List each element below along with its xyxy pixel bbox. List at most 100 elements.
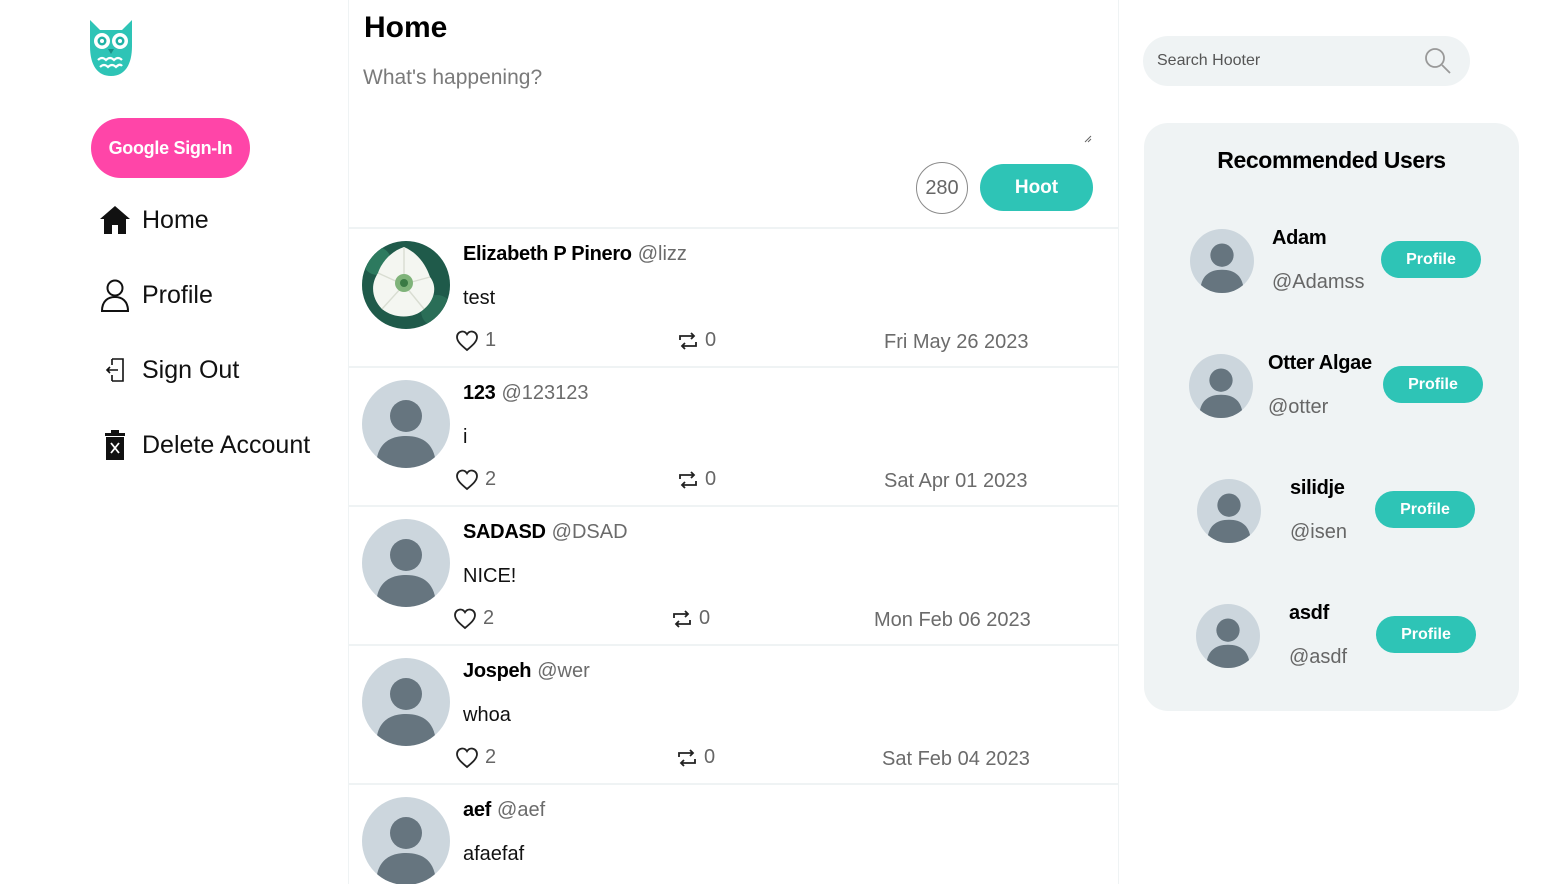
like-count: 1 xyxy=(485,329,497,351)
post-item[interactable]: 123 @123123 i 2 0 Sat Apr 01 2023 xyxy=(349,366,1118,505)
rehoot-button[interactable]: 0 xyxy=(677,468,716,491)
search-icon[interactable] xyxy=(1423,46,1453,76)
post-author-handle[interactable]: @lizz xyxy=(638,243,687,266)
post-author-handle[interactable]: @DSAD xyxy=(552,521,628,544)
post-date: Sat Apr 01 2023 xyxy=(884,470,1028,492)
post-item[interactable]: aef @aef afaefaf xyxy=(349,783,1118,884)
search-input[interactable] xyxy=(1157,36,1417,86)
recommended-user-item: silidje @isen Profile xyxy=(1144,473,1519,573)
hoot-button[interactable]: Hoot xyxy=(980,164,1093,211)
recommended-users-panel: Recommended Users Adam @Adamss Profile O… xyxy=(1144,123,1519,711)
google-signin-button[interactable]: Google Sign-In xyxy=(91,118,250,178)
avatar[interactable] xyxy=(1190,229,1254,293)
view-profile-button[interactable]: Profile xyxy=(1375,491,1475,528)
recommended-user-handle[interactable]: @otter xyxy=(1268,396,1328,419)
view-profile-button[interactable]: Profile xyxy=(1383,366,1483,403)
post-item[interactable]: Elizabeth P Pinero @lizz test 1 0 Fri Ma… xyxy=(349,227,1118,366)
sign-out-icon xyxy=(98,353,132,387)
nav-item-delete-account[interactable]: Delete Account xyxy=(98,425,310,465)
resize-grip-icon[interactable] xyxy=(1082,133,1092,143)
post-author: aef @aef xyxy=(463,799,545,822)
post-author-name[interactable]: 123 xyxy=(463,382,496,405)
post-author-name[interactable]: SADASD xyxy=(463,521,546,544)
page-title: Home xyxy=(364,11,448,44)
recommended-user-handle[interactable]: @asdf xyxy=(1289,646,1347,669)
avatar[interactable] xyxy=(1197,479,1261,543)
rehoot-count: 0 xyxy=(704,746,716,768)
post-body: i xyxy=(463,426,468,448)
recommended-users-title: Recommended Users xyxy=(1217,147,1446,173)
like-button[interactable]: 2 xyxy=(453,607,494,630)
recommended-user-name[interactable]: silidje xyxy=(1290,477,1345,500)
default-avatar-icon xyxy=(1206,618,1250,668)
recommended-user-handle[interactable]: @Adamss xyxy=(1272,271,1365,294)
recommended-user-name[interactable]: Adam xyxy=(1272,227,1327,250)
owl-logo-icon[interactable] xyxy=(84,16,138,80)
post-body: test xyxy=(463,287,496,309)
main-feed: Home 280 Hoot Eliza xyxy=(348,0,1119,884)
repost-icon xyxy=(679,470,697,489)
post-date: Fri May 26 2023 xyxy=(884,331,1029,353)
compose-hoot-input[interactable] xyxy=(363,66,1093,146)
recommended-user-name[interactable]: asdf xyxy=(1289,602,1329,625)
heart-icon xyxy=(454,608,476,629)
post-author-name[interactable]: Jospeh xyxy=(463,660,532,683)
heart-icon xyxy=(456,747,478,768)
rehoot-button[interactable]: 0 xyxy=(671,607,710,630)
like-count: 2 xyxy=(485,468,497,490)
rehoot-button[interactable]: 0 xyxy=(677,329,716,352)
post-author-handle[interactable]: @aef xyxy=(497,799,545,822)
post-list: Elizabeth P Pinero @lizz test 1 0 Fri Ma… xyxy=(349,227,1118,884)
default-avatar-icon xyxy=(376,678,436,746)
post-author: Jospeh @wer xyxy=(463,660,590,683)
avatar[interactable] xyxy=(362,797,450,884)
trash-icon xyxy=(98,428,132,462)
view-profile-button[interactable]: Profile xyxy=(1376,616,1476,653)
post-author-name[interactable]: Elizabeth P Pinero xyxy=(463,243,632,266)
avatar[interactable] xyxy=(1189,354,1253,418)
post-date: Sat Feb 04 2023 xyxy=(882,748,1030,770)
nav-item-sign-out[interactable]: Sign Out xyxy=(98,350,239,390)
like-button[interactable]: 2 xyxy=(455,746,496,769)
default-avatar-icon xyxy=(1199,368,1243,418)
recommended-user-handle[interactable]: @isen xyxy=(1290,521,1347,544)
like-count: 2 xyxy=(483,607,495,629)
rehoot-count: 0 xyxy=(705,329,717,351)
default-avatar-icon xyxy=(376,539,436,607)
avatar[interactable] xyxy=(1196,604,1260,668)
flower-photo-icon xyxy=(362,241,450,329)
post-body: afaefaf xyxy=(463,843,525,865)
user-icon xyxy=(98,278,132,312)
avatar[interactable] xyxy=(362,658,450,746)
nav-item-home[interactable]: Home xyxy=(98,200,209,240)
post-author: Elizabeth P Pinero @lizz xyxy=(463,243,687,266)
rehoot-button[interactable]: 0 xyxy=(676,746,715,769)
recommended-user-name[interactable]: Otter Algae xyxy=(1268,352,1372,375)
post-body: whoa xyxy=(463,704,511,726)
recommended-user-item: asdf @asdf Profile xyxy=(1144,598,1519,698)
heart-icon xyxy=(456,469,478,490)
like-button[interactable]: 2 xyxy=(455,468,496,491)
repost-icon xyxy=(679,331,697,350)
nav-item-profile[interactable]: Profile xyxy=(98,275,213,315)
avatar[interactable] xyxy=(362,241,450,329)
post-author: 123 @123123 xyxy=(463,382,589,405)
view-profile-button[interactable]: Profile xyxy=(1381,241,1481,278)
post-author: SADASD @DSAD xyxy=(463,521,628,544)
avatar[interactable] xyxy=(362,519,450,607)
nav-label-profile: Profile xyxy=(142,280,213,309)
left-sidebar: Google Sign-In Home Profile Sign Out Del… xyxy=(0,0,348,884)
post-author-handle[interactable]: @wer xyxy=(537,660,590,683)
recommended-user-item: Otter Algae @otter Profile xyxy=(1144,348,1519,448)
post-item[interactable]: SADASD @DSAD NICE! 2 0 Mon Feb 06 2023 xyxy=(349,505,1118,644)
post-item[interactable]: Jospeh @wer whoa 2 0 Sat Feb 04 2023 xyxy=(349,644,1118,783)
heart-icon xyxy=(456,330,478,351)
post-author-name[interactable]: aef xyxy=(463,799,491,822)
nav-label-delete-account: Delete Account xyxy=(142,430,311,459)
like-button[interactable]: 1 xyxy=(455,329,496,352)
default-avatar-icon xyxy=(376,400,436,468)
default-avatar-icon xyxy=(376,817,436,884)
avatar[interactable] xyxy=(362,380,450,468)
default-avatar-icon xyxy=(1200,243,1244,293)
post-author-handle[interactable]: @123123 xyxy=(501,382,588,405)
